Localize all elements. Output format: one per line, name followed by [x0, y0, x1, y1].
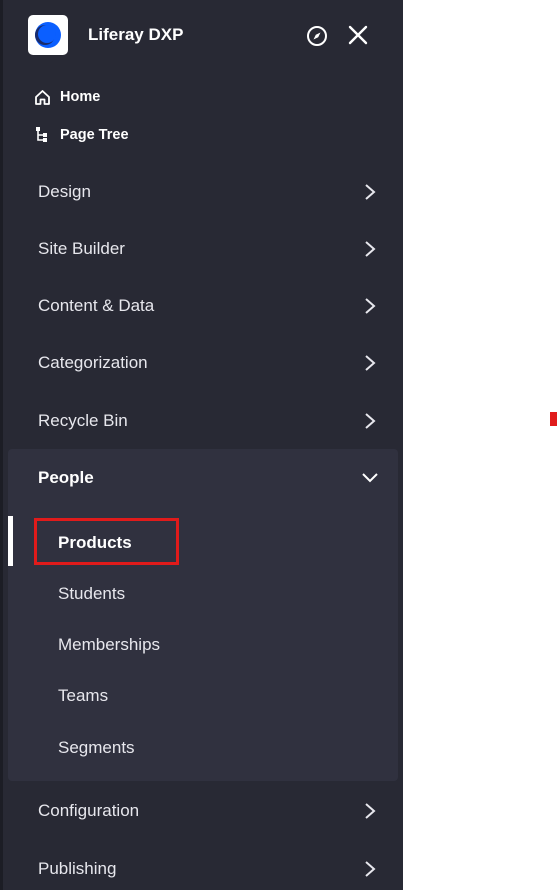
chevron-right-icon: [365, 241, 376, 257]
people-item-memberships[interactable]: Memberships: [58, 635, 160, 655]
home-label: Home: [60, 89, 101, 105]
menu-item-publishing[interactable]: Publishing: [38, 854, 383, 884]
people-item-students[interactable]: Students: [58, 584, 125, 604]
menu-item-categorization[interactable]: Categorization: [38, 348, 383, 378]
menu-item-design[interactable]: Design: [38, 177, 383, 207]
liferay-logo-icon: [35, 22, 61, 48]
site-logo[interactable]: [28, 15, 68, 55]
highlight-box: [34, 518, 179, 565]
product-menu-panel: Liferay DXP Home Page Tree Design Site B…: [0, 0, 403, 890]
menu-item-label: Publishing: [38, 859, 117, 878]
panel-header: Liferay DXP: [28, 15, 373, 55]
menu-item-configuration[interactable]: Configuration: [38, 796, 383, 826]
site-name[interactable]: Liferay DXP: [88, 25, 183, 45]
people-item-segments[interactable]: Segments: [58, 738, 135, 758]
quick-link-home[interactable]: Home: [32, 86, 100, 108]
menu-item-content-data[interactable]: Content & Data: [38, 291, 383, 321]
menu-item-label: People: [38, 468, 94, 487]
menu-item-site-builder[interactable]: Site Builder: [38, 234, 383, 264]
chevron-right-icon: [365, 355, 376, 371]
close-icon[interactable]: [346, 23, 370, 47]
chevron-right-icon: [365, 803, 376, 819]
quick-link-page-tree[interactable]: Page Tree: [32, 124, 129, 146]
menu-item-recycle-bin[interactable]: Recycle Bin: [38, 406, 383, 436]
compass-icon[interactable]: [306, 25, 328, 47]
menu-item-label: Content & Data: [38, 296, 155, 315]
people-item-teams[interactable]: Teams: [58, 686, 108, 706]
menu-item-label: Configuration: [38, 801, 140, 820]
menu-item-label: Recycle Bin: [38, 411, 128, 430]
chevron-right-icon: [365, 861, 376, 877]
people-section: [8, 449, 398, 781]
page-tree-icon: [32, 125, 52, 145]
chevron-down-icon: [362, 473, 378, 483]
menu-item-label: Design: [38, 182, 91, 201]
menu-item-label: Categorization: [38, 353, 148, 372]
cursor-marker: [550, 412, 557, 426]
panel-edge: [0, 0, 3, 890]
home-icon: [32, 87, 52, 107]
chevron-right-icon: [365, 413, 376, 429]
chevron-right-icon: [365, 184, 376, 200]
chevron-right-icon: [365, 298, 376, 314]
page-tree-label: Page Tree: [60, 127, 129, 143]
menu-item-label: Site Builder: [38, 239, 125, 258]
active-indicator: [8, 516, 13, 566]
menu-item-people[interactable]: People: [38, 463, 383, 493]
